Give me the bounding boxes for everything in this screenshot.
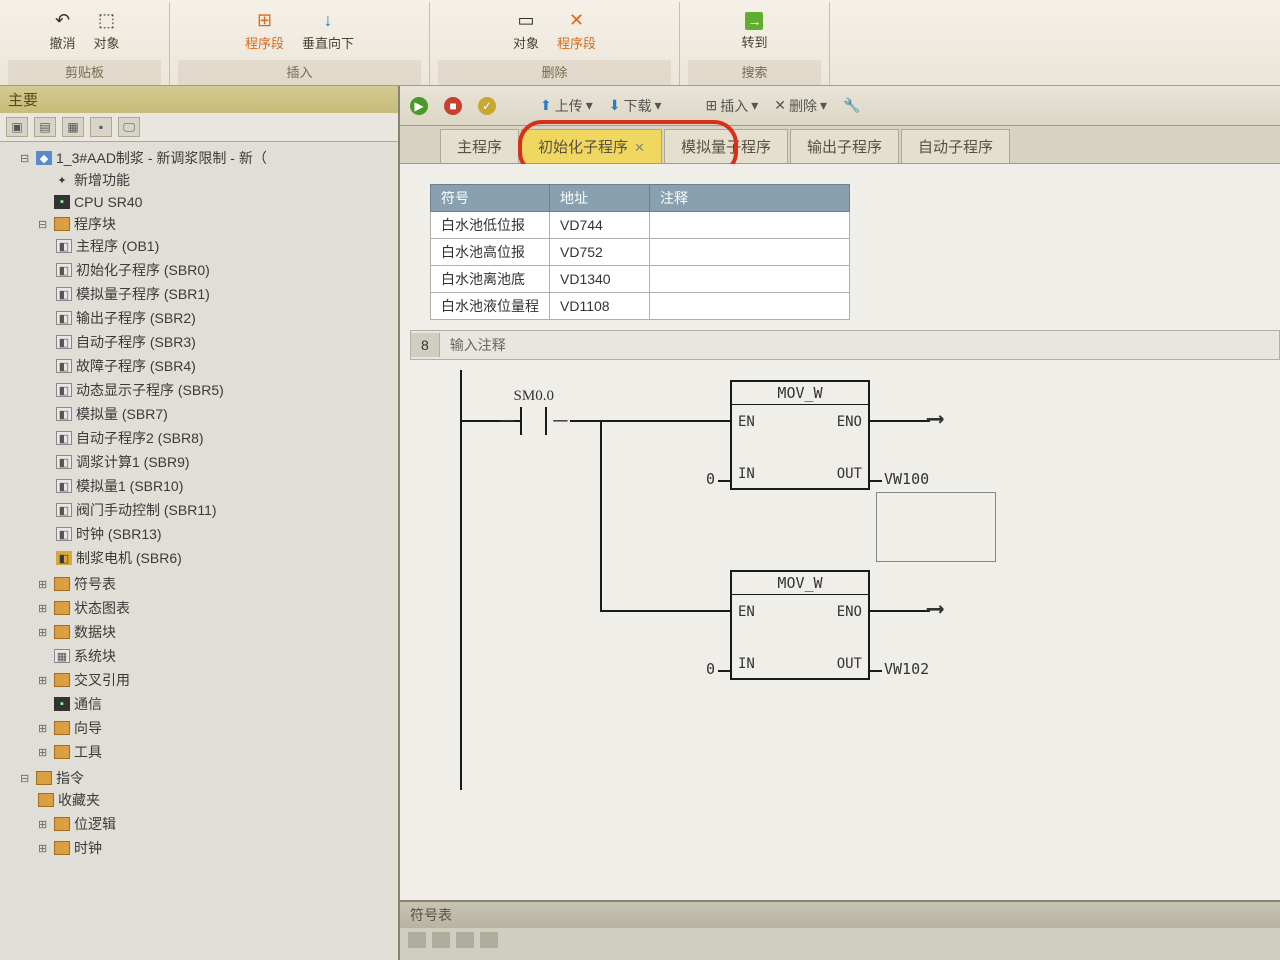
- tool-button[interactable]: 🔧: [839, 95, 864, 116]
- tool-icon[interactable]: [480, 932, 498, 948]
- th-comment: 注释: [650, 185, 850, 212]
- tree-item[interactable]: ⊞工具: [38, 742, 396, 762]
- bottom-toolbar: [400, 928, 1280, 952]
- tree-program-blocks[interactable]: ⊟程序块: [38, 214, 396, 234]
- project-panel: 主要 ▣ ▤ ▦ ▪ 🖵 ⊟◆1_3#AAD制浆 - 新调浆限制 - 新（ ✦新…: [0, 86, 400, 960]
- tree-item[interactable]: ◧时钟 (SBR13): [56, 524, 396, 544]
- tree-item[interactable]: ⊞数据块: [38, 622, 396, 642]
- bottom-title: 符号表: [400, 902, 1280, 928]
- undo-button[interactable]: ↶撤消: [45, 8, 79, 54]
- tree-project[interactable]: ⊟◆1_3#AAD制浆 - 新调浆限制 - 新（: [20, 148, 396, 168]
- network-number: 8: [411, 333, 440, 357]
- tab-init[interactable]: 初始化子程序✕: [521, 129, 662, 163]
- tree-item[interactable]: ◧自动子程序 (SBR3): [56, 332, 396, 352]
- tree-item[interactable]: 收藏夹: [38, 790, 396, 810]
- editor-body[interactable]: 西门子工业 找答案 support.industry.siemens.com/c…: [400, 164, 1280, 900]
- panel-title: 主要: [0, 86, 398, 113]
- in-value[interactable]: 0: [706, 470, 715, 488]
- tree-item[interactable]: ◧模拟量 (SBR7): [56, 404, 396, 424]
- th-name: 符号: [431, 185, 550, 212]
- tool-icon[interactable]: [408, 932, 426, 948]
- tree-item[interactable]: ◧初始化子程序 (SBR0): [56, 260, 396, 280]
- out-value[interactable]: VW102: [884, 660, 929, 678]
- bottom-panel: 符号表: [400, 900, 1280, 960]
- table-row[interactable]: 白水池高位报VD752: [431, 239, 850, 266]
- ribbon: ↶撤消 ⬚对象 剪贴板 ⊞程序段 ↓垂直向下 插入 ▭对象 ✕程序段 删除 →转…: [0, 0, 1280, 86]
- tree-item[interactable]: ◧模拟量1 (SBR10): [56, 476, 396, 496]
- ladder-diagram[interactable]: SM0.0 ─ ─ MOV_W EN ENO IN OUT: [440, 370, 1280, 790]
- close-icon[interactable]: ✕: [634, 140, 645, 155]
- check-button[interactable]: ✓: [474, 95, 500, 117]
- upload-button[interactable]: ⬆上传▾: [536, 94, 597, 118]
- symbol-table[interactable]: 符号 地址 注释 白水池低位报VD744 白水池高位报VD752 白水池离池底V…: [430, 184, 850, 320]
- object-button[interactable]: ▭对象: [509, 8, 543, 54]
- tree-item[interactable]: ✦新增功能: [38, 170, 396, 190]
- terminator-icon: ⟶: [928, 404, 942, 432]
- tab-analog[interactable]: 模拟量子程序: [664, 129, 788, 163]
- out-value[interactable]: VW100: [884, 470, 929, 488]
- th-addr: 地址: [550, 185, 650, 212]
- project-tree[interactable]: ⊟◆1_3#AAD制浆 - 新调浆限制 - 新（ ✦新增功能 ▪CPU SR40…: [0, 142, 398, 960]
- mov-block-1[interactable]: MOV_W EN ENO IN OUT: [730, 380, 870, 490]
- tool-icon[interactable]: ▦: [62, 117, 84, 137]
- tool-icon[interactable]: ▣: [6, 117, 28, 137]
- segment-insert-button[interactable]: ⊞程序段: [241, 8, 288, 54]
- in-value[interactable]: 0: [706, 660, 715, 678]
- group-search: 搜索: [688, 60, 821, 85]
- tab-auto[interactable]: 自动子程序: [901, 129, 1010, 163]
- align-button[interactable]: ⬚对象: [90, 8, 124, 54]
- network-comment[interactable]: 输入注释: [440, 331, 516, 359]
- tree-item[interactable]: ⊞符号表: [38, 574, 396, 594]
- tool-icon[interactable]: [456, 932, 474, 948]
- tree-item[interactable]: ⊞交叉引用: [38, 670, 396, 690]
- goto-button[interactable]: →转到: [737, 10, 771, 53]
- tree-item[interactable]: ⊞状态图表: [38, 598, 396, 618]
- delete-button[interactable]: ✕删除▾: [770, 94, 831, 118]
- tree-item[interactable]: ◧动态显示子程序 (SBR5): [56, 380, 396, 400]
- tab-main[interactable]: 主程序: [440, 129, 519, 163]
- tree-item[interactable]: ▪CPU SR40: [38, 194, 396, 210]
- tree-instructions[interactable]: ⊟指令: [20, 768, 396, 788]
- group-delete: 删除: [438, 60, 671, 85]
- network: 8 输入注释 SM0.0 ─ ─: [410, 330, 1280, 790]
- mov-block-2[interactable]: MOV_W EN ENO IN OUT: [730, 570, 870, 680]
- tree-item[interactable]: ⊞时钟: [38, 838, 396, 858]
- stop-button[interactable]: ■: [440, 95, 466, 117]
- group-insert: 插入: [178, 60, 421, 85]
- contact-label: SM0.0: [500, 388, 567, 405]
- vertical-down-button[interactable]: ↓垂直向下: [298, 8, 358, 54]
- tool-icon[interactable]: 🖵: [118, 117, 140, 137]
- tree-item[interactable]: ▪通信: [38, 694, 396, 714]
- editor-panel: ▶ ■ ✓ ⬆上传▾ ⬇下载▾ ⊞插入▾ ✕删除▾ 🔧 主程序 初始化子程序✕ …: [400, 86, 1280, 960]
- tool-icon[interactable]: ▪: [90, 117, 112, 137]
- tree-item[interactable]: ⊞位逻辑: [38, 814, 396, 834]
- tree-item[interactable]: ⊞向导: [38, 718, 396, 738]
- tree-item[interactable]: ◧自动子程序2 (SBR8): [56, 428, 396, 448]
- tab-output[interactable]: 输出子程序: [790, 129, 899, 163]
- tree-item[interactable]: ◧制浆电机 (SBR6): [56, 548, 396, 568]
- tree-toolbar: ▣ ▤ ▦ ▪ 🖵: [0, 113, 398, 142]
- segment-delete-button[interactable]: ✕程序段: [553, 8, 600, 54]
- run-button[interactable]: ▶: [406, 95, 432, 117]
- contact-no[interactable]: ─ ─: [500, 407, 567, 435]
- insert-button[interactable]: ⊞插入▾: [702, 94, 763, 118]
- editor-toolbar: ▶ ■ ✓ ⬆上传▾ ⬇下载▾ ⊞插入▾ ✕删除▾ 🔧: [400, 86, 1280, 126]
- output-box[interactable]: [876, 492, 996, 562]
- table-row[interactable]: 白水池低位报VD744: [431, 212, 850, 239]
- tree-item[interactable]: ▦系统块: [38, 646, 396, 666]
- tabs: 主程序 初始化子程序✕ 模拟量子程序 输出子程序 自动子程序: [400, 126, 1280, 164]
- tree-item[interactable]: ◧主程序 (OB1): [56, 236, 396, 256]
- tree-item[interactable]: ◧调浆计算1 (SBR9): [56, 452, 396, 472]
- download-button[interactable]: ⬇下载▾: [605, 94, 666, 118]
- terminator-icon: ⟶: [928, 594, 942, 622]
- table-row[interactable]: 白水池离池底VD1340: [431, 266, 850, 293]
- tool-icon[interactable]: ▤: [34, 117, 56, 137]
- table-row[interactable]: 白水池液位量程VD1108: [431, 293, 850, 320]
- tool-icon[interactable]: [432, 932, 450, 948]
- group-clipboard: 剪贴板: [8, 60, 161, 85]
- tree-item[interactable]: ◧输出子程序 (SBR2): [56, 308, 396, 328]
- tree-item[interactable]: ◧阀门手动控制 (SBR11): [56, 500, 396, 520]
- tree-item[interactable]: ◧故障子程序 (SBR4): [56, 356, 396, 376]
- tree-item[interactable]: ◧模拟量子程序 (SBR1): [56, 284, 396, 304]
